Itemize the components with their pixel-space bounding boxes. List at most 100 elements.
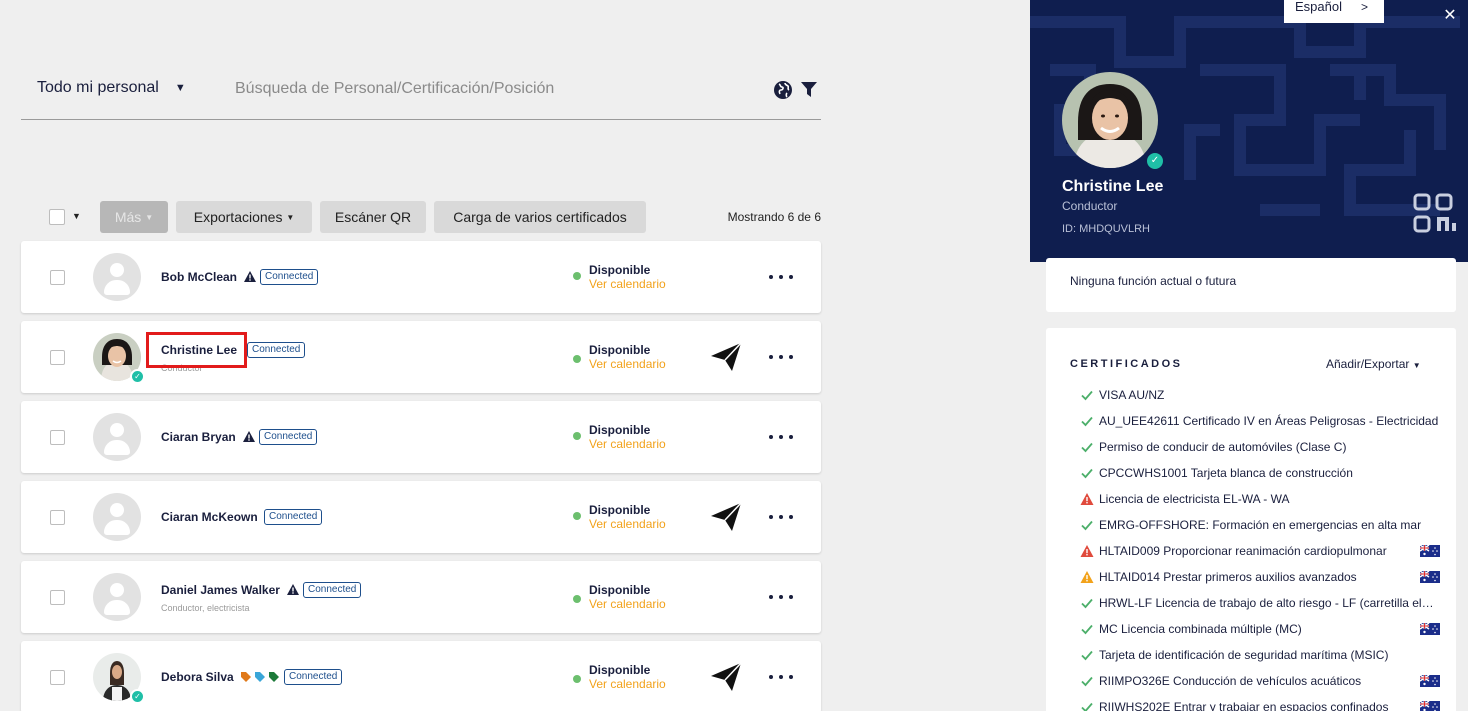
search-input[interactable] [235, 74, 735, 104]
certificate-item[interactable]: Licencia de electricista EL-WA - WA [1080, 490, 1440, 508]
certificate-item[interactable]: AU_UEE42611 Certificado IV en Áreas Peli… [1080, 412, 1440, 430]
calendar-link[interactable]: Ver calendario [589, 677, 666, 691]
profile-role: Conductor [1062, 199, 1118, 213]
certificate-name: HRWL-LF Licencia de trabajo de alto ries… [1099, 596, 1440, 610]
person-card[interactable]: Ciaran Bryan Connected Disponible Ver ca… [21, 401, 821, 473]
language-selector[interactable]: Español > [1284, 0, 1384, 23]
row-checkbox[interactable] [50, 270, 65, 285]
orange-tag-icon [241, 672, 251, 682]
certificates-title: CERTIFICADOS [1070, 358, 1183, 370]
personnel-filter-dropdown[interactable]: Todo mi personal ▼ [37, 79, 186, 97]
check-icon [1081, 468, 1093, 479]
qr-scanner-button-label: Escáner QR [334, 209, 412, 225]
more-options-icon[interactable] [769, 347, 793, 367]
language-label: Español [1295, 0, 1342, 14]
send-icon[interactable] [711, 503, 741, 531]
person-role: Conductor [161, 363, 203, 373]
person-name[interactable]: Bob McClean [161, 270, 237, 284]
row-checkbox[interactable] [50, 430, 65, 445]
warning-icon [1080, 493, 1094, 505]
select-options-caret-icon[interactable]: ▼ [72, 211, 81, 221]
certificate-item[interactable]: HRWL-LF Licencia de trabajo de alto ries… [1080, 594, 1440, 612]
check-icon [1081, 676, 1093, 687]
add-export-dropdown[interactable]: Añadir/Exportar ▼ [1326, 357, 1421, 371]
person-name[interactable]: Daniel James Walker [161, 583, 280, 597]
availability-status: Disponible [589, 503, 651, 517]
more-options-icon[interactable] [769, 667, 793, 687]
more-options-icon[interactable] [769, 587, 793, 607]
row-checkbox[interactable] [50, 510, 65, 525]
calendar-link[interactable]: Ver calendario [589, 357, 666, 371]
person-card[interactable]: Bob McClean Connected Disponible Ver cal… [21, 241, 821, 313]
certificate-name: Permiso de conducir de automóviles (Clas… [1099, 440, 1347, 454]
send-icon[interactable] [711, 663, 741, 691]
person-card[interactable]: ✓ Debora Silva Connected Disponible Ver … [21, 641, 821, 711]
globe-icon[interactable] [773, 80, 793, 100]
availability-dot [573, 272, 581, 280]
person-name[interactable]: Debora Silva [161, 670, 234, 684]
select-all-checkbox[interactable] [49, 209, 65, 225]
row-checkbox[interactable] [50, 590, 65, 605]
more-options-icon[interactable] [769, 507, 793, 527]
search-row: Todo mi personal ▼ [21, 66, 821, 120]
certificate-item[interactable]: Permiso de conducir de automóviles (Clas… [1080, 438, 1440, 456]
person-card[interactable]: Daniel James Walker Connected Conductor,… [21, 561, 821, 633]
row-checkbox[interactable] [50, 350, 65, 365]
row-checkbox[interactable] [50, 670, 65, 685]
personnel-filter-label: Todo mi personal [37, 79, 159, 96]
availability-dot [573, 675, 581, 683]
send-icon[interactable] [711, 343, 741, 371]
more-options-icon[interactable] [769, 267, 793, 287]
bulk-certificates-button-label: Carga de varios certificados [453, 209, 627, 225]
australia-flag-icon [1420, 675, 1440, 687]
check-icon [1081, 416, 1093, 427]
more-button[interactable]: Más ▼ [100, 201, 168, 233]
certificate-item[interactable]: HLTAID009 Proporcionar reanimación cardi… [1080, 542, 1440, 560]
certificate-item[interactable]: EMRG-OFFSHORE: Formación en emergencias … [1080, 516, 1440, 534]
exports-button[interactable]: Exportaciones ▼ [176, 201, 312, 233]
certificate-item[interactable]: VISA AU/NZ [1080, 386, 1440, 404]
person-name[interactable]: Ciaran McKeown [161, 510, 258, 524]
calendar-link[interactable]: Ver calendario [589, 517, 666, 531]
qr-scanner-button[interactable]: Escáner QR [320, 201, 426, 233]
certificate-item[interactable]: RIIMPO326E Conducción de vehículos acuát… [1080, 672, 1440, 690]
more-options-icon[interactable] [769, 427, 793, 447]
certificate-item[interactable]: HLTAID014 Prestar primeros auxilios avan… [1080, 568, 1440, 586]
certificate-item[interactable]: RIIWHS202E Entrar y trabajar en espacios… [1080, 698, 1440, 711]
certificate-name: HLTAID014 Prestar primeros auxilios avan… [1099, 570, 1357, 584]
warning-icon [243, 431, 255, 442]
certificate-item[interactable]: MC Licencia combinada múltiple (MC) [1080, 620, 1440, 638]
connection-badge: Connected [260, 269, 319, 285]
exports-button-label: Exportaciones [193, 209, 283, 225]
qr-icon[interactable] [1413, 193, 1457, 237]
more-button-label: Más [114, 209, 142, 225]
availability-dot [573, 512, 581, 520]
certificate-name: EMRG-OFFSHORE: Formación en emergencias … [1099, 518, 1422, 532]
calendar-link[interactable]: Ver calendario [589, 277, 666, 291]
avatar [93, 573, 141, 621]
certificate-name: RIIMPO326E Conducción de vehículos acuát… [1099, 674, 1362, 688]
toolbar: ▼ Más ▼ Exportaciones ▼ Escáner QR Carga… [21, 201, 821, 233]
australia-flag-icon [1420, 571, 1440, 583]
check-icon [1081, 520, 1093, 531]
australia-flag-icon [1420, 701, 1440, 711]
availability-dot [573, 432, 581, 440]
close-icon[interactable]: ✕ [1442, 8, 1458, 24]
certificate-item[interactable]: CPCCWHS1001 Tarjeta blanca de construcci… [1080, 464, 1440, 482]
check-icon [1081, 390, 1093, 401]
person-name[interactable]: Christine Lee [161, 343, 237, 357]
calendar-link[interactable]: Ver calendario [589, 437, 666, 451]
certificate-item[interactable]: Tarjeta de identificación de seguridad m… [1080, 646, 1440, 664]
availability-dot [573, 595, 581, 603]
verified-check-icon: ✓ [130, 369, 145, 384]
australia-flag-icon [1420, 623, 1440, 635]
funnel-icon[interactable] [801, 82, 817, 97]
bulk-certificates-button[interactable]: Carga de varios certificados [434, 201, 646, 233]
roles-card: Ninguna función actual o futura [1046, 258, 1456, 312]
calendar-link[interactable]: Ver calendario [589, 597, 666, 611]
person-card[interactable]: ✓ Christine Lee Conductor Connected Disp… [21, 321, 821, 393]
person-role: Conductor, electricista [161, 603, 250, 613]
person-card[interactable]: Ciaran McKeown Connected Disponible Ver … [21, 481, 821, 553]
person-name[interactable]: Ciaran Bryan [161, 430, 236, 444]
avatar [93, 493, 141, 541]
